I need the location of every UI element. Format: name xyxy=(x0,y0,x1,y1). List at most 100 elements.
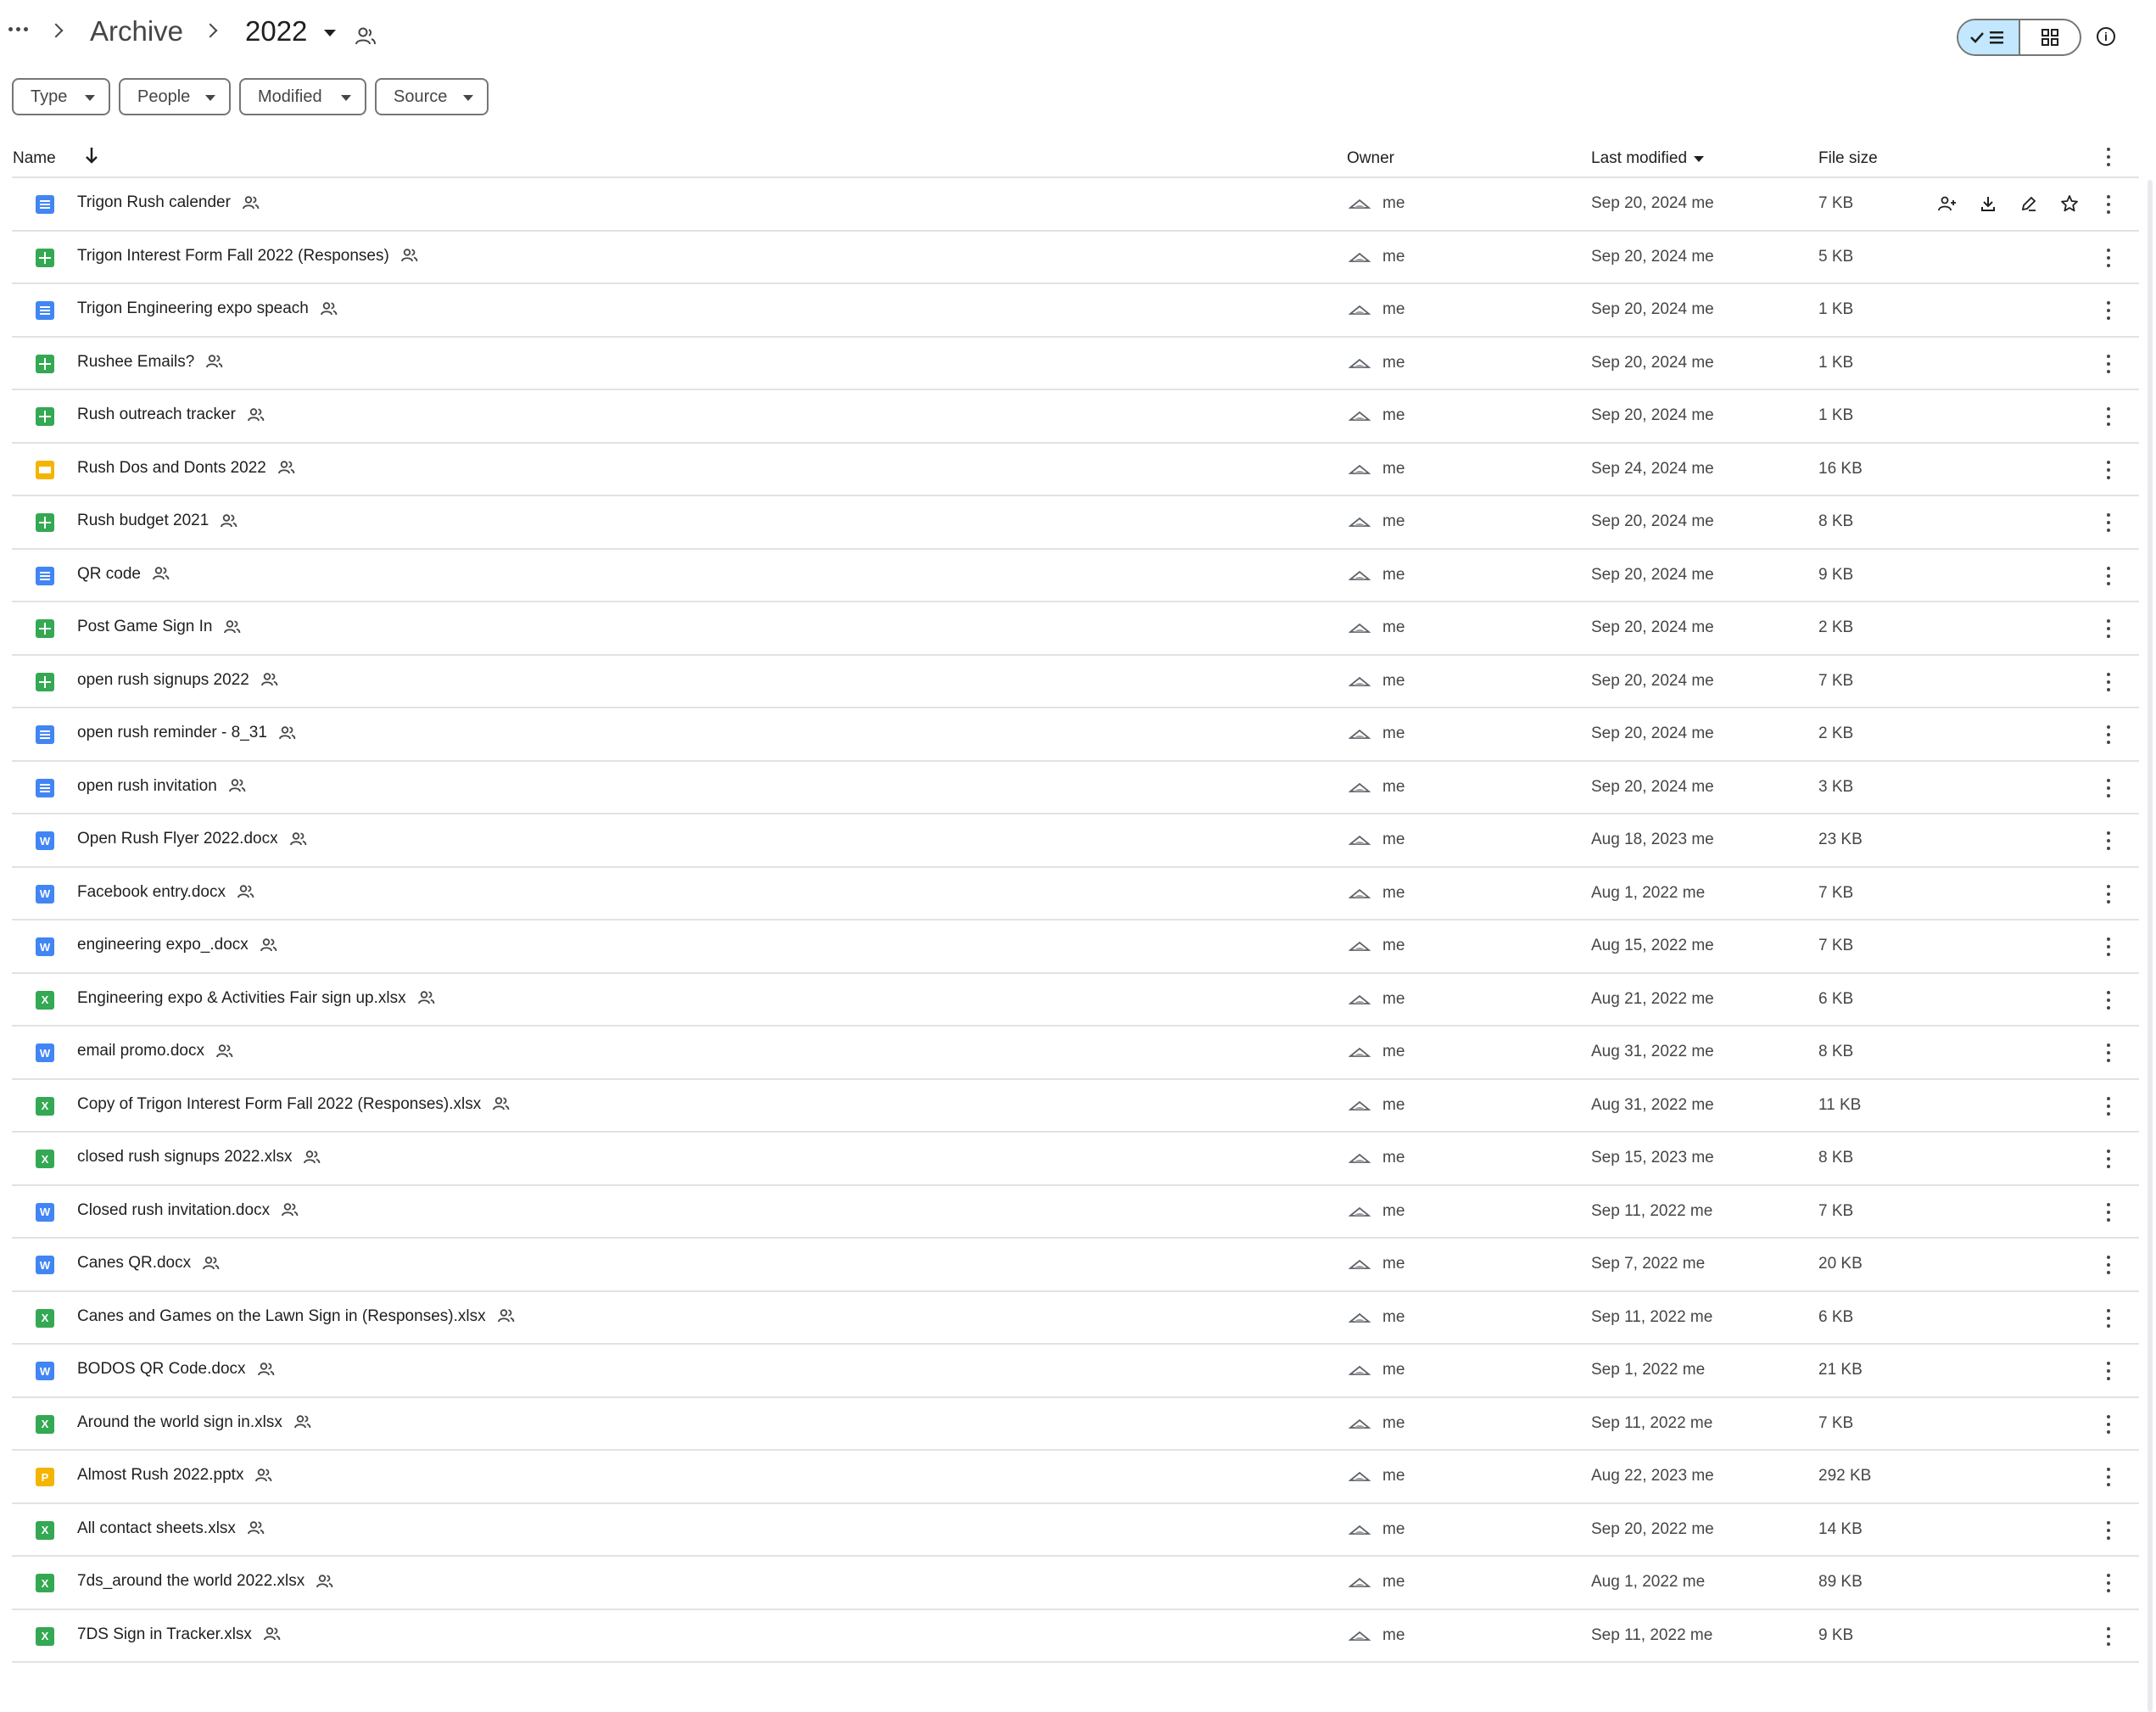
file-row[interactable]: Xclosed rush signups 2022.xlsx me Sep 15, … xyxy=(12,1133,2139,1186)
file-row[interactable]: X Engineering expo & Activities Fair sign… xyxy=(12,974,2139,1027)
file-name-cell[interactable]: Trigon Rush calender xyxy=(77,193,260,212)
shared-folder-icon[interactable] xyxy=(355,27,377,46)
file-row[interactable]: X Around the world sign in.xlsx me Sep 11, … xyxy=(12,1398,2139,1451)
file-row[interactable]: Wengineering expo_.docx me Aug 15, 2022 me… xyxy=(12,920,2139,974)
file-name-cell[interactable]: Almost Rush 2022.pptx xyxy=(77,1466,272,1485)
list-view-button[interactable] xyxy=(1958,20,2020,54)
scrollbar[interactable] xyxy=(2148,180,2153,1712)
file-name-cell[interactable]: Trigon Interest Form Fall 2022 (Response… xyxy=(77,247,418,266)
more-actions-icon[interactable] xyxy=(2106,195,2111,214)
sort-arrow-down-icon[interactable] xyxy=(85,146,98,165)
file-row[interactable]: Trigon Engineering expo speach me Sep 20, … xyxy=(12,284,2139,338)
file-row[interactable]: W Open Rush Flyer 2022.docx me Aug 18, 2023… xyxy=(12,814,2139,868)
file-row[interactable]: Rush Dos and Donts 2022 me Sep 24, 2024 me… xyxy=(12,444,2139,496)
file-name-cell[interactable]: Open Rush Flyer 2022.docx xyxy=(77,830,307,848)
more-actions-icon[interactable] xyxy=(2106,1362,2111,1380)
file-row[interactable]: QR code me Sep 20, 2024 me 9 KB xyxy=(12,550,2139,602)
more-actions-icon[interactable] xyxy=(2106,513,2111,532)
more-actions-icon[interactable] xyxy=(2106,1626,2111,1646)
file-name-cell[interactable]: Copy of Trigon Interest Form Fall 2022 (… xyxy=(77,1095,510,1114)
file-row[interactable]: X Copy of Trigon Interest Form Fall 2022 … xyxy=(12,1080,2139,1133)
file-row[interactable]: Post Game Sign In me Sep 20, 2024 me 2 KB xyxy=(12,602,2139,656)
more-actions-icon[interactable] xyxy=(2106,1520,2111,1540)
filter-modified-chip[interactable]: Modified xyxy=(239,78,366,115)
more-actions-icon[interactable] xyxy=(2106,672,2111,691)
file-row[interactable]: X 7DS Sign in Tracker.xlsx me Sep 11, 2022 … xyxy=(12,1610,2139,1663)
filter-source-chip[interactable]: Source xyxy=(375,78,489,115)
share-add-person-icon[interactable] xyxy=(1937,193,1958,214)
file-row[interactable]: Rushee Emails? me Sep 20, 2024 me 1 KB xyxy=(12,338,2139,390)
grid-view-button[interactable] xyxy=(2020,20,2081,54)
file-name-cell[interactable]: open rush reminder - 8_31 xyxy=(77,724,296,742)
more-actions-icon[interactable] xyxy=(2106,1308,2111,1328)
more-actions-icon[interactable] xyxy=(2106,1096,2111,1116)
file-row[interactable]: Wemail promo.docx me Aug 31, 2022 me 8 KB xyxy=(12,1027,2139,1080)
file-row[interactable]: W Facebook entry.docx me Aug 1, 2022 me 7 KB xyxy=(12,868,2139,920)
file-name-cell[interactable]: open rush signups 2022 xyxy=(77,671,278,690)
file-row[interactable]: W Closed rush invitation.docx me Sep 11, 20… xyxy=(12,1186,2139,1239)
more-actions-icon[interactable] xyxy=(2106,937,2111,956)
file-row[interactable]: X All contact sheets.xlsx me Sep 20, 2022 m… xyxy=(12,1504,2139,1557)
file-name-cell[interactable]: 7DS Sign in Tracker.xlsx xyxy=(77,1625,281,1644)
file-name-cell[interactable]: Rush Dos and Donts 2022 xyxy=(77,459,295,478)
file-name-cell[interactable]: Engineering expo & Activities Fair sign … xyxy=(77,989,435,1008)
more-actions-icon[interactable] xyxy=(2106,1202,2111,1222)
more-actions-icon[interactable] xyxy=(2106,566,2111,585)
file-row[interactable]: Trigon Interest Form Fall 2022 (Response… xyxy=(12,232,2139,284)
file-name-cell[interactable]: Post Game Sign In xyxy=(77,618,241,636)
file-name-cell[interactable]: Rush budget 2021 xyxy=(77,512,237,530)
file-name-cell[interactable]: QR code xyxy=(77,565,170,584)
file-name-cell[interactable]: Around the world sign in.xlsx xyxy=(77,1413,311,1432)
file-name-cell[interactable]: email promo.docx xyxy=(77,1042,233,1060)
more-actions-icon[interactable] xyxy=(2106,1468,2111,1486)
file-row[interactable]: open rush reminder - 8_31 me Sep 20, 2024 … xyxy=(12,708,2139,762)
breadcrumb-archive[interactable]: Archive xyxy=(90,17,183,45)
column-options-icon[interactable] xyxy=(2106,148,2111,166)
more-actions-icon[interactable] xyxy=(2106,884,2111,904)
file-row[interactable]: Trigon Rush calender me Sep 20, 2024 me 7 K… xyxy=(12,178,2139,232)
filter-people-chip[interactable]: People xyxy=(119,78,231,115)
file-name-cell[interactable]: open rush invitation xyxy=(77,777,246,796)
file-name-cell[interactable]: engineering expo_.docx xyxy=(77,936,277,954)
more-actions-icon[interactable] xyxy=(2106,301,2111,320)
file-row[interactable]: Rush outreach tracker me Sep 20, 2024 me 1 … xyxy=(12,390,2139,444)
file-name-cell[interactable]: All contact sheets.xlsx xyxy=(77,1519,265,1538)
more-actions-icon[interactable] xyxy=(2106,778,2111,797)
breadcrumb-current-folder[interactable]: 2022 xyxy=(245,17,336,45)
file-row[interactable]: open rush signups 2022 me Sep 20, 2024 me 7… xyxy=(12,656,2139,708)
more-actions-icon[interactable] xyxy=(2106,1150,2111,1168)
column-header-name[interactable]: Name xyxy=(13,144,56,173)
file-name-cell[interactable]: 7ds_around the world 2022.xlsx xyxy=(77,1572,333,1591)
more-actions-icon[interactable] xyxy=(2106,1256,2111,1274)
more-actions-icon[interactable] xyxy=(2106,1414,2111,1434)
file-name-cell[interactable]: BODOS QR Code.docx xyxy=(77,1360,275,1379)
rename-pencil-icon[interactable] xyxy=(2019,193,2039,214)
file-name-cell[interactable]: Canes and Games on the Lawn Sign in (Res… xyxy=(77,1307,515,1326)
more-actions-icon[interactable] xyxy=(2106,1574,2111,1592)
more-folders-icon[interactable] xyxy=(8,24,31,34)
more-actions-icon[interactable] xyxy=(2106,407,2111,426)
more-actions-icon[interactable] xyxy=(2106,248,2111,267)
more-actions-icon[interactable] xyxy=(2106,619,2111,638)
file-name-cell[interactable]: Rush outreach tracker xyxy=(77,406,265,424)
file-row[interactable]: X 7ds_around the world 2022.xlsx me Aug 1, … xyxy=(12,1557,2139,1610)
star-icon[interactable] xyxy=(2059,193,2080,214)
download-icon[interactable] xyxy=(1978,193,1998,214)
file-row[interactable]: W Canes QR.docx me Sep 7, 2022 me 20 KB xyxy=(12,1239,2139,1292)
file-name-cell[interactable]: Closed rush invitation.docx xyxy=(77,1201,299,1220)
more-actions-icon[interactable] xyxy=(2106,831,2111,850)
file-name-cell[interactable]: Canes QR.docx xyxy=(77,1254,220,1273)
file-row[interactable]: W BODOS QR Code.docx me Sep 1, 2022 me 21 KB xyxy=(12,1345,2139,1398)
file-row[interactable]: P Almost Rush 2022.pptx me Aug 22, 2023 me 2… xyxy=(12,1451,2139,1504)
more-actions-icon[interactable] xyxy=(2106,990,2111,1010)
file-name-cell[interactable]: Trigon Engineering expo speach xyxy=(77,299,338,318)
file-row[interactable]: Rush budget 2021 me Sep 20, 2024 me 8 KB xyxy=(12,496,2139,550)
more-actions-icon[interactable] xyxy=(2106,460,2111,479)
more-actions-icon[interactable] xyxy=(2106,725,2111,744)
file-name-cell[interactable]: Facebook entry.docx xyxy=(77,883,254,902)
file-row[interactable]: X Canes and Games on the Lawn Sign in (Re… xyxy=(12,1292,2139,1345)
filter-type-chip[interactable]: Type xyxy=(12,78,110,115)
column-header-last-modified[interactable]: Last modified xyxy=(1591,144,1705,173)
file-name-cell[interactable]: Rushee Emails? xyxy=(77,353,223,372)
more-actions-icon[interactable] xyxy=(2106,354,2111,373)
